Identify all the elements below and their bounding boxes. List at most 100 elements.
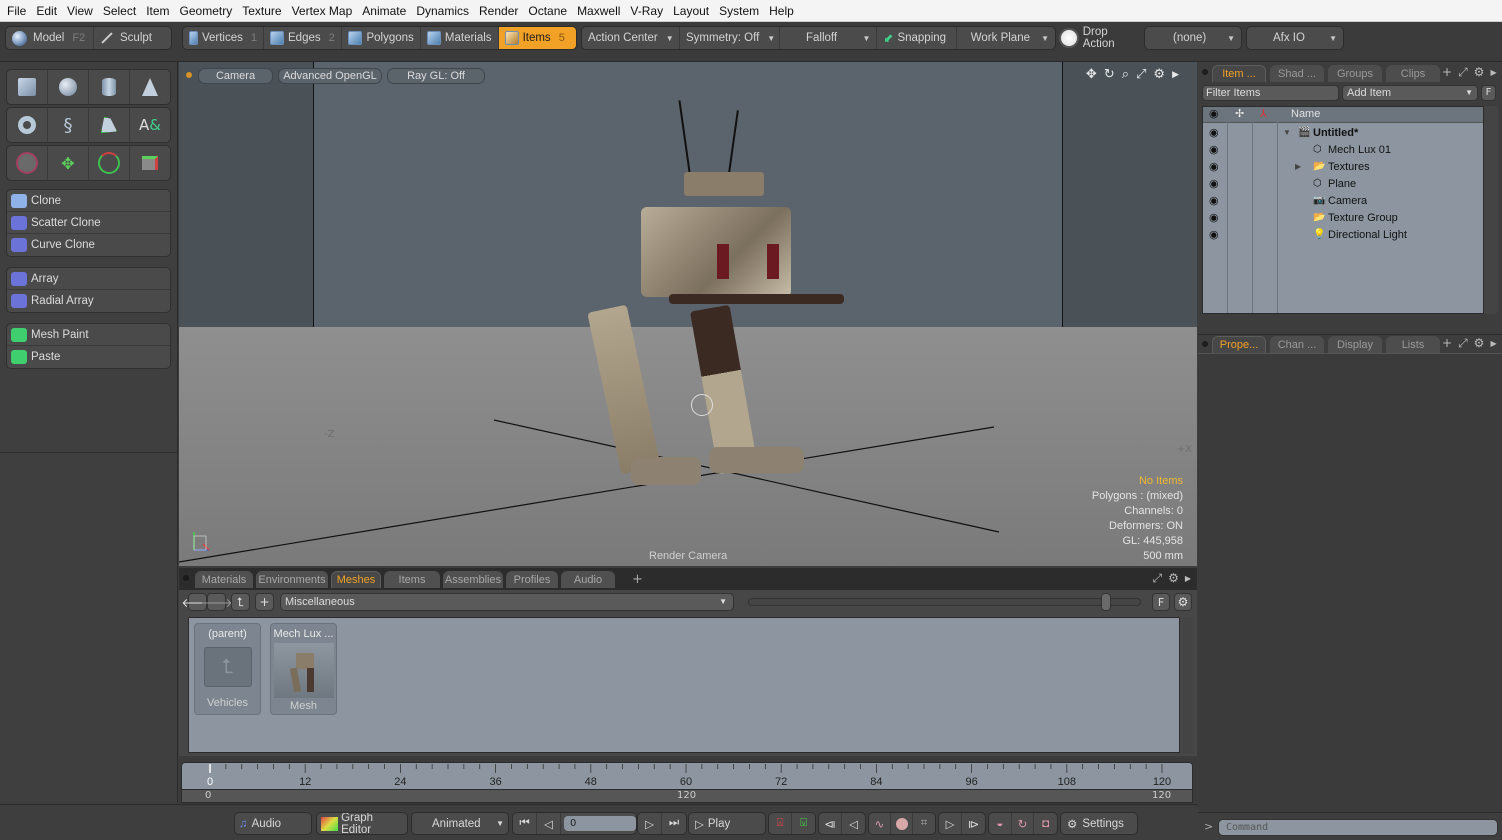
thumbnail-size-slider[interactable] — [748, 593, 1141, 611]
item-row[interactable]: ◉ ▼ 🎬 Untitled* — [1203, 124, 1483, 141]
symmetry-dropdown[interactable]: Symmetry: Off ▼ — [680, 27, 780, 49]
drop-action-icon[interactable] — [1059, 28, 1079, 48]
gear-icon[interactable]: ⚙ — [1168, 571, 1179, 587]
spiral-tool[interactable]: § — [48, 108, 89, 142]
next-frame-button[interactable]: ▷ — [638, 813, 663, 834]
thumb-parent[interactable]: (parent) ⮤ Vehicles — [194, 623, 261, 715]
add-tab-icon[interactable]: + — [632, 572, 643, 587]
frame-input[interactable]: 0 — [564, 816, 636, 831]
item-list-scrollbar[interactable] — [1484, 106, 1498, 314]
set-key-button[interactable]: ⍓ — [769, 813, 793, 834]
tab-item-list[interactable]: Item ... — [1212, 65, 1266, 82]
menu-dynamics[interactable]: Dynamics — [411, 0, 474, 22]
tab-materials[interactable]: Materials — [195, 571, 253, 588]
name-column-header[interactable]: Name — [1291, 108, 1320, 120]
menu-render[interactable]: Render — [474, 0, 523, 22]
browser-settings-button[interactable]: ⚙ — [1174, 593, 1192, 611]
tab-audio[interactable]: Audio — [561, 571, 615, 588]
polygons-button[interactable]: Polygons — [342, 27, 421, 49]
first-key-button[interactable]: ⧏ — [819, 813, 843, 834]
rotate-view-icon[interactable]: ↻ — [1104, 67, 1115, 83]
menu-octane[interactable]: Octane — [523, 0, 572, 22]
gear-icon[interactable]: ⚙ — [1474, 65, 1485, 81]
filter-f-button[interactable]: F — [1481, 85, 1496, 101]
materials-button[interactable]: Materials — [421, 27, 499, 49]
menu-file[interactable]: File — [2, 0, 31, 22]
array-button[interactable]: Array — [7, 268, 170, 290]
item-row[interactable]: ◉ 💡 Directional Light — [1203, 226, 1483, 243]
scatter-clone-button[interactable]: Scatter Clone — [7, 212, 170, 234]
item-row[interactable]: ◉ ▶ 📂 Textures — [1203, 158, 1483, 175]
tab-shader-tree[interactable]: Shad ... — [1270, 65, 1324, 82]
tab-assemblies[interactable]: Assemblies — [443, 571, 503, 588]
tab-display[interactable]: Display — [1328, 336, 1382, 353]
model-mode-button[interactable]: Model F2 — [6, 27, 94, 49]
pen-tool[interactable] — [89, 108, 130, 142]
expand-right-icon[interactable]: ▶ — [1185, 571, 1191, 587]
menu-texture[interactable]: Texture — [237, 0, 286, 22]
item-row[interactable]: ◉ ⬡ Mech Lux 01 — [1203, 141, 1483, 158]
delete-key-button[interactable]: ⍌ — [792, 813, 815, 834]
maximize-icon[interactable]: ⤢ — [1458, 336, 1468, 352]
filter-f-button[interactable]: F — [1152, 593, 1170, 611]
play-button[interactable]: ▷ Play — [688, 812, 766, 835]
menu-layout[interactable]: Layout — [668, 0, 714, 22]
expand-icon[interactable]: ▶ — [1295, 162, 1301, 171]
maximize-icon[interactable]: ⤢ — [1152, 571, 1162, 587]
thumb-mech-lux[interactable]: Mech Lux ... Mesh — [270, 623, 337, 715]
falloff-dropdown[interactable]: Falloff ▼ — [780, 27, 878, 49]
command-input[interactable]: Command — [1218, 819, 1498, 836]
zoom-view-icon[interactable]: ⌕ — [1122, 67, 1129, 83]
expand-right-icon[interactable]: ▶ — [1490, 336, 1496, 352]
cube-tool[interactable] — [7, 70, 48, 104]
camera-view-button[interactable]: Camera — [198, 68, 273, 84]
gear-icon[interactable]: ⚙ — [1474, 336, 1485, 352]
menu-help[interactable]: Help — [764, 0, 799, 22]
menu-vertex-map[interactable]: Vertex Map — [287, 0, 358, 22]
clone-button[interactable]: Clone — [7, 190, 170, 212]
snapping-button[interactable]: ⬋ Snapping — [877, 27, 957, 49]
action-center-dropdown[interactable]: Action Center ▼ — [582, 27, 680, 49]
forward-button[interactable]: 🡒 — [200, 593, 233, 611]
parent-folder-button[interactable]: ⮤ — [231, 593, 250, 611]
3d-viewport[interactable]: Camera Advanced OpenGL Ray GL: Off ✥ ↻ ⌕… — [179, 62, 1197, 566]
tab-meshes[interactable]: Meshes — [331, 571, 381, 588]
go-to-start-button[interactable]: ⏮ — [513, 813, 537, 834]
maximize-icon[interactable]: ⤢ — [1458, 65, 1468, 81]
visibility-toggle-icon[interactable]: ◉ — [1209, 228, 1219, 241]
visibility-toggle-icon[interactable]: ◉ — [1209, 126, 1219, 139]
curve-clone-button[interactable]: Curve Clone — [7, 234, 170, 256]
filter-items-input[interactable]: Filter Items — [1202, 85, 1339, 101]
menu-geometry[interactable]: Geometry — [175, 0, 238, 22]
add-item-dropdown[interactable]: Add Item ▼ — [1342, 85, 1478, 101]
animated-dropdown[interactable]: Animated ▼ — [411, 812, 509, 835]
item-row[interactable]: ◉ 📂 Texture Group — [1203, 209, 1483, 226]
path-dropdown[interactable]: Miscellaneous ▼ — [280, 593, 734, 611]
clear-cache-button[interactable]: ◘ — [1034, 813, 1057, 834]
tab-clips[interactable]: Clips — [1386, 65, 1440, 82]
tab-profiles[interactable]: Profiles — [506, 571, 558, 588]
tab-items[interactable]: Items — [384, 571, 440, 588]
tab-lists[interactable]: Lists — [1386, 336, 1440, 353]
rotate-tool[interactable] — [89, 146, 130, 180]
menu-item[interactable]: Item — [141, 0, 174, 22]
menu-v-ray[interactable]: V-Ray — [625, 0, 668, 22]
text-tool[interactable]: A& — [130, 108, 170, 142]
cylinder-tool[interactable] — [89, 70, 130, 104]
go-to-end-button[interactable]: ⏭ — [662, 813, 686, 834]
edges-button[interactable]: Edges 2 — [264, 27, 343, 49]
refresh-button[interactable]: ↻ — [1012, 813, 1035, 834]
graph-editor-button[interactable]: Graph Editor — [316, 812, 408, 835]
tab-environments[interactable]: Environments — [256, 571, 328, 588]
sphere-tool[interactable] — [48, 70, 89, 104]
tab-channels[interactable]: Chan ... — [1270, 336, 1324, 353]
vertices-button[interactable]: Vertices 1 — [183, 27, 264, 49]
raygl-button[interactable]: Ray GL: Off — [387, 68, 485, 84]
previous-frame-button[interactable]: ◁ — [537, 813, 561, 834]
pan-icon[interactable]: ✥ — [1086, 67, 1097, 83]
menu-view[interactable]: View — [62, 0, 98, 22]
visibility-toggle-icon[interactable]: ◉ — [1209, 194, 1219, 207]
gear-icon[interactable]: ⚙ — [1153, 67, 1165, 83]
auto-key-button[interactable]: ∿ — [869, 813, 891, 834]
visibility-toggle-icon[interactable]: ◉ — [1209, 143, 1219, 156]
